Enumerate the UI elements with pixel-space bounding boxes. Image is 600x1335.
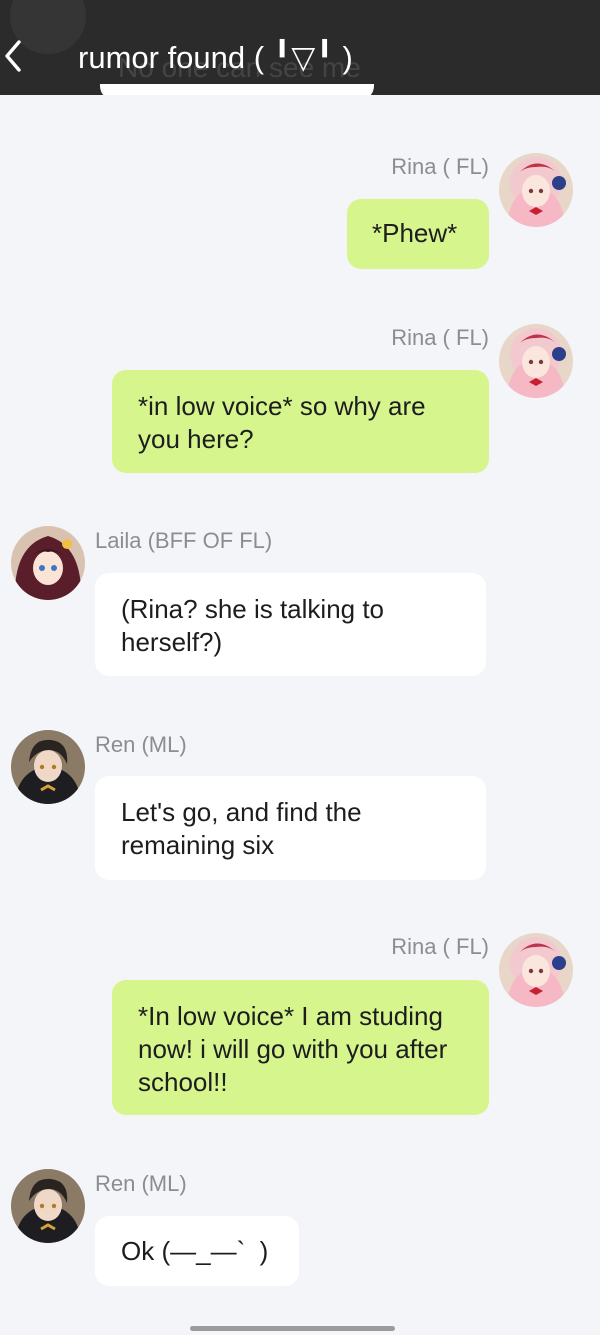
sender-name: Rina ( FL) (391, 934, 489, 959)
avatar-laila[interactable] (11, 526, 85, 600)
message-bubble-outgoing[interactable]: *Phew* (347, 199, 489, 269)
message-bubble-incoming[interactable]: (Rina? she is talking to herself?) (95, 573, 486, 676)
avatar-rina[interactable] (499, 153, 573, 227)
faded-previous-message-bubble (100, 84, 374, 95)
home-indicator[interactable] (190, 1326, 395, 1331)
chat-header: No one can see me rumor found ( ╹▽╹ ) (0, 0, 600, 95)
message-bubble-outgoing[interactable]: *In low voice* I am studing now! i will … (112, 980, 489, 1115)
avatar-rina[interactable] (499, 324, 573, 398)
back-button[interactable] (2, 36, 26, 76)
sender-name: Ren (ML) (95, 732, 187, 757)
message-bubble-incoming[interactable]: Ok (—_—` ) (95, 1216, 299, 1286)
sender-name: Laila (BFF OF FL) (95, 528, 273, 553)
sender-name: Rina ( FL) (391, 325, 489, 350)
avatar-ren[interactable] (11, 1169, 85, 1243)
message-bubble-incoming[interactable]: Let's go, and find the remaining six (95, 776, 486, 880)
avatar-rina[interactable] (499, 933, 573, 1007)
message-bubble-outgoing[interactable]: *in low voice* so why are you here? (112, 370, 489, 473)
sender-name: Ren (ML) (95, 1171, 187, 1196)
chat-title: rumor found ( ╹▽╹ ) (78, 40, 353, 75)
chevron-left-icon (5, 40, 21, 72)
avatar-ren[interactable] (11, 730, 85, 804)
sender-name: Rina ( FL) (391, 154, 489, 179)
